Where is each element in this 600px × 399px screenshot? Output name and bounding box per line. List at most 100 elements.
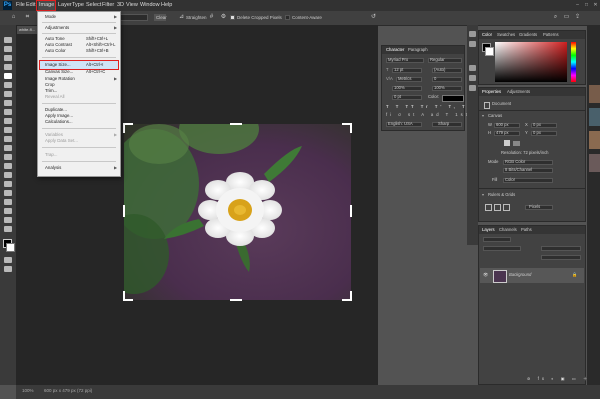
crop-handle-right[interactable] — [350, 205, 352, 217]
text-color-swatch[interactable] — [442, 95, 464, 102]
tab-channels[interactable]: Channels — [499, 226, 517, 234]
hue-slider[interactable] — [571, 42, 576, 82]
crop-handle-bl-v[interactable] — [123, 291, 125, 301]
maximize-icon[interactable]: □ — [583, 2, 590, 9]
menu-edit[interactable]: Edit — [26, 0, 35, 11]
type-tool-icon[interactable] — [4, 181, 12, 187]
library-thumb-4[interactable] — [589, 154, 600, 172]
stamp-tool-icon[interactable] — [4, 118, 12, 124]
crop-handle-top[interactable] — [230, 123, 242, 125]
menu-item-adjustments[interactable]: Adjustments — [45, 25, 69, 31]
zoom-level[interactable]: 100% — [22, 388, 34, 393]
crop-tool-icon-active[interactable] — [4, 73, 12, 79]
path-select-tool-icon[interactable] — [4, 190, 12, 196]
document-info[interactable]: 600 px x 479 px (72 ppi) — [44, 388, 92, 393]
menu-layer[interactable]: Layer — [58, 0, 72, 11]
visibility-eye-icon[interactable]: 👁 — [483, 272, 488, 278]
menu-file[interactable]: File — [16, 0, 25, 11]
type-style-buttons[interactable]: T T TT Tr T' T, T T — [386, 104, 477, 110]
crop-tool-icon[interactable]: ⌗ — [24, 14, 31, 21]
tab-color[interactable]: Color — [482, 31, 492, 39]
library-thumb-2[interactable] — [589, 108, 600, 126]
lock-icon[interactable]: 🔒 — [572, 272, 577, 278]
history-brush-tool-icon[interactable] — [4, 127, 12, 133]
crop-handle-br-v[interactable] — [350, 291, 352, 301]
tab-adjustments[interactable]: Adjustments — [507, 88, 530, 96]
close-icon[interactable]: ✕ — [592, 2, 599, 9]
menu-item-auto-color[interactable]: Auto Color — [45, 48, 66, 54]
menu-item-canvas-size[interactable]: Canvas Size... — [45, 69, 73, 75]
crop-handle-left[interactable] — [123, 205, 125, 217]
brush-tool-icon[interactable] — [4, 109, 12, 115]
frame-tool-icon[interactable] — [4, 82, 12, 88]
opacity-field[interactable] — [541, 246, 581, 251]
hand-tool-icon[interactable] — [4, 208, 12, 214]
grid-icon[interactable] — [494, 204, 501, 211]
paragraph-panel-icon[interactable] — [469, 75, 476, 81]
workspace-icon[interactable]: ▭ — [563, 14, 570, 21]
menu-view[interactable]: View — [126, 0, 138, 11]
lasso-tool-icon[interactable] — [4, 55, 12, 61]
menu-filter[interactable]: Filter — [102, 0, 114, 11]
tab-layers[interactable]: Layers — [482, 226, 495, 234]
tab-paragraph[interactable]: Paragraph — [408, 46, 428, 54]
healing-tool-icon[interactable] — [4, 100, 12, 106]
quick-select-tool-icon[interactable] — [4, 64, 12, 70]
home-icon[interactable]: ⌂ — [10, 14, 17, 21]
fill-field[interactable] — [541, 255, 581, 260]
menu-select[interactable]: Select — [86, 0, 101, 11]
tab-gradients[interactable]: Gradients — [519, 31, 537, 39]
eyedropper-tool-icon[interactable] — [4, 91, 12, 97]
pen-tool-icon[interactable] — [4, 172, 12, 178]
quick-mask-icon[interactable] — [4, 257, 12, 263]
library-thumb-3[interactable] — [589, 131, 600, 149]
menu-item-mode[interactable]: Mode — [45, 14, 56, 20]
tracking-field[interactable] — [432, 77, 462, 82]
shape-tool-icon[interactable] — [4, 199, 12, 205]
rulers-chevron-icon[interactable]: ▾ — [482, 192, 484, 198]
color-background-swatch[interactable] — [485, 47, 494, 56]
content-aware-checkbox[interactable] — [285, 15, 290, 20]
blend-mode-select[interactable] — [483, 246, 521, 251]
landscape-orientation-icon[interactable] — [513, 141, 520, 146]
glyphs-panel-icon[interactable] — [469, 85, 476, 91]
tab-paths[interactable]: Paths — [521, 226, 532, 234]
library-thumb-1[interactable] — [589, 85, 600, 103]
delete-cropped-checkbox[interactable] — [230, 15, 235, 20]
search-icon[interactable]: ⌕ — [552, 14, 559, 21]
dodge-tool-icon[interactable] — [4, 163, 12, 169]
ratio-field-2[interactable] — [120, 14, 148, 21]
eraser-tool-icon[interactable] — [4, 136, 12, 142]
color-picker-field[interactable] — [495, 42, 567, 82]
more-tools-icon[interactable] — [4, 226, 12, 232]
menu-item-analysis[interactable]: Analysis — [45, 165, 61, 171]
zoom-tool-icon[interactable] — [4, 217, 12, 223]
guides-icon[interactable] — [503, 204, 510, 211]
tab-properties[interactable]: Properties — [482, 88, 501, 96]
layer-row-background[interactable]: 👁 Background 🔒 — [480, 268, 584, 283]
menu-item-calculations[interactable]: Calculations... — [45, 119, 73, 125]
history-panel-icon[interactable] — [469, 31, 476, 37]
layer-filter-select[interactable] — [483, 237, 511, 242]
blur-tool-icon[interactable] — [4, 154, 12, 160]
move-tool-icon[interactable] — [4, 37, 12, 43]
menu-3d[interactable]: 3D — [117, 0, 124, 11]
crop-handle-tr-v[interactable] — [350, 123, 352, 133]
straighten-label[interactable]: Straighten — [186, 13, 207, 22]
marquee-tool-icon[interactable] — [4, 46, 12, 52]
crop-handle-bottom[interactable] — [230, 299, 242, 301]
menu-window[interactable]: Window — [140, 0, 160, 11]
settings-gear-icon[interactable]: ⚙ — [220, 14, 227, 21]
tab-swatches[interactable]: Swatches — [497, 31, 515, 39]
menu-type[interactable]: Type — [72, 0, 84, 11]
gradient-tool-icon[interactable] — [4, 145, 12, 151]
menu-help[interactable]: Help — [161, 0, 172, 11]
brush-panel-icon[interactable] — [469, 41, 476, 47]
crop-handle-tl-v[interactable] — [123, 123, 125, 133]
character-panel-icon[interactable] — [469, 65, 476, 71]
overlay-grid-icon[interactable]: # — [208, 14, 215, 21]
background-color-swatch[interactable] — [6, 243, 15, 252]
canvas-chevron-icon[interactable]: ▾ — [482, 113, 484, 119]
share-icon[interactable]: ⇪ — [574, 14, 581, 21]
tab-character[interactable]: Character — [386, 46, 404, 54]
